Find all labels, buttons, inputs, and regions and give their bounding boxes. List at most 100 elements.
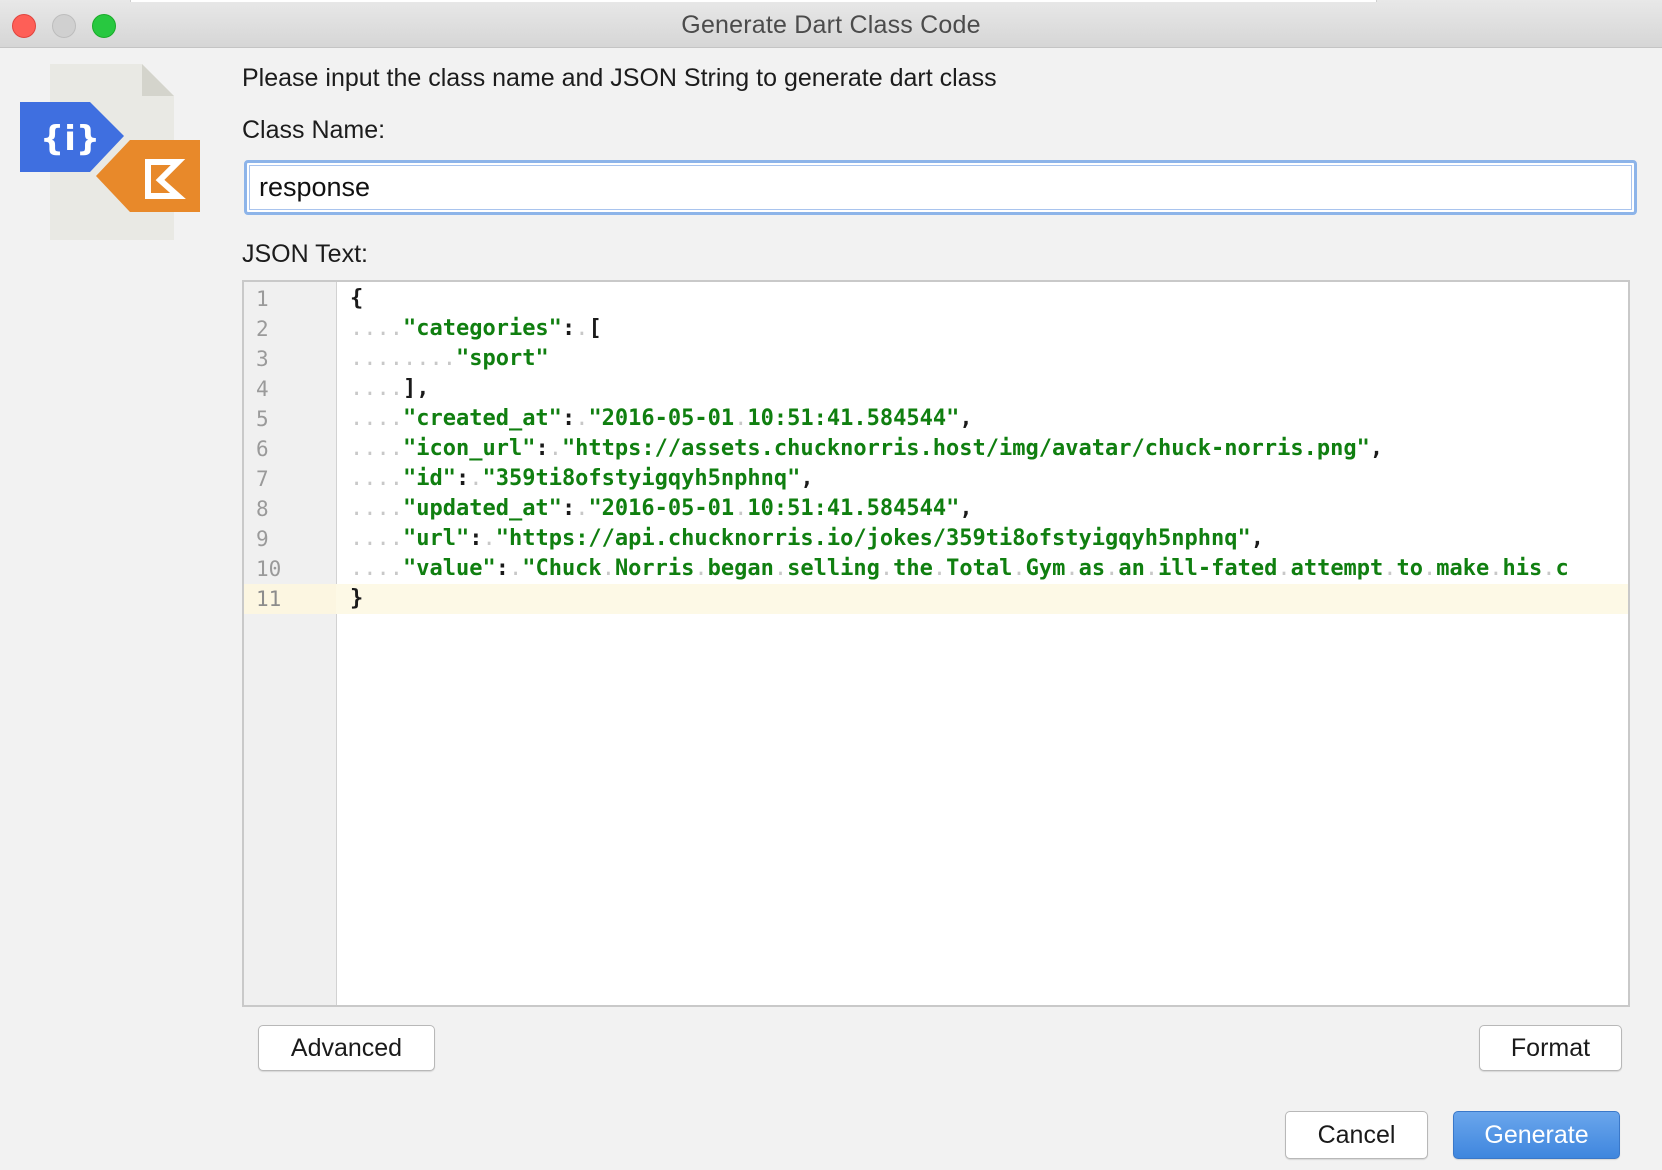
json-text-label: JSON Text: [242, 240, 368, 268]
indent-whitespace-marker: .... [350, 406, 403, 431]
json-string-token: the [893, 556, 933, 581]
window-title: Generate Dart Class Code [681, 11, 981, 39]
json-punctuation: : [561, 316, 576, 341]
json-punctuation: } [350, 586, 364, 611]
cancel-button[interactable]: Cancel [1285, 1111, 1428, 1159]
code-line[interactable]: ........"sport" [336, 344, 1628, 374]
indent-whitespace-marker: .... [350, 436, 403, 461]
code-line[interactable]: ...."created_at":."2016-05-01.10:51:41.5… [336, 404, 1628, 434]
line-number: 1 [256, 287, 269, 311]
code-line[interactable]: ...."updated_at":."2016-05-01.10:51:41.5… [336, 494, 1628, 524]
json-punctuation: , [959, 406, 973, 431]
whitespace-marker: . [1105, 556, 1119, 581]
json-punctuation: , [959, 496, 973, 521]
json-string-token: to [1396, 556, 1424, 581]
code-line[interactable]: { [336, 284, 1628, 314]
generate-button[interactable]: Generate [1453, 1111, 1620, 1159]
whitespace-marker: . [575, 406, 589, 431]
whitespace-marker: . [1423, 556, 1437, 581]
title-bar[interactable]: Generate Dart Class Code [0, 0, 1662, 48]
json-punctuation: : [535, 436, 549, 461]
whitespace-marker: . [548, 436, 562, 461]
json-string-token: Gym [1025, 556, 1066, 581]
whitespace-marker: . [575, 316, 589, 341]
generate-dart-class-dialog: Generate Dart Class Code {i} Please inpu… [0, 0, 1662, 1170]
code-line[interactable]: ...."icon_url":."https://assets.chucknor… [336, 434, 1628, 464]
json-string-token: "id" [402, 466, 456, 491]
json-punctuation: : [455, 466, 470, 491]
json-string-token: "updated_at" [402, 496, 562, 521]
json-punctuation: { [350, 286, 364, 311]
class-name-label: Class Name: [242, 116, 386, 144]
json-punctuation: ], [402, 376, 430, 401]
json-punctuation: : [495, 556, 509, 581]
json-string-token: as [1078, 556, 1106, 581]
json-string-token: "Chuck [522, 556, 602, 581]
json-glyph-icon: {i} [40, 119, 100, 159]
json-string-token: make [1436, 556, 1490, 581]
format-button[interactable]: Format [1479, 1025, 1622, 1071]
whitespace-marker: . [482, 526, 496, 551]
json-string-token: Total [946, 556, 1013, 581]
json-string-token: 10:51:41.584544" [747, 406, 960, 431]
indent-whitespace-marker: .... [350, 496, 403, 521]
background-editor-peek [130, 0, 1377, 2]
json-string-token: attempt [1290, 556, 1384, 581]
whitespace-marker: . [734, 406, 748, 431]
code-line[interactable]: } [336, 584, 1628, 614]
class-name-input[interactable] [249, 165, 1632, 210]
line-number-gutter: 1 2 3 4 5 6 7 8 9 10 11 [244, 282, 337, 1005]
code-line[interactable]: ...."value":."Chuck.Norris.began.selling… [336, 554, 1628, 584]
whitespace-marker: . [1277, 556, 1291, 581]
json-string-token: "https://assets.chucknorris.host/img/ava… [561, 436, 1370, 461]
line-number: 5 [256, 407, 269, 431]
whitespace-marker: . [694, 556, 708, 581]
json-punctuation: [ [588, 316, 602, 341]
indent-whitespace-marker: .... [350, 376, 403, 401]
indent-whitespace-marker: .... [350, 316, 403, 341]
json-string-token: an [1118, 556, 1145, 581]
whitespace-marker: . [1012, 556, 1026, 581]
json-string-token: "359ti8ofstyigqyh5nphnq" [482, 466, 801, 491]
code-line[interactable]: ...."categories":.[ [336, 314, 1628, 344]
json-string-token: selling [787, 556, 880, 581]
whitespace-marker: . [879, 556, 894, 581]
line-number: 3 [256, 347, 269, 371]
json-string-token: 10:51:41.584544" [747, 496, 960, 521]
whitespace-marker: . [1542, 556, 1556, 581]
whitespace-marker: . [469, 466, 483, 491]
class-name-field-frame [244, 160, 1637, 215]
whitespace-marker: . [1144, 556, 1159, 581]
whitespace-marker: . [1489, 556, 1503, 581]
json-text-editor[interactable]: 1 2 3 4 5 6 7 8 9 10 11 {...."categories":.[......… [242, 280, 1630, 1007]
line-number: 6 [256, 437, 269, 461]
whitespace-marker: . [1065, 556, 1079, 581]
code-line[interactable]: ...."id":."359ti8ofstyigqyh5nphnq", [336, 464, 1628, 494]
json-string-token: "icon_url" [402, 436, 536, 461]
json-string-token: Norris [614, 556, 695, 581]
json-punctuation: : [561, 406, 576, 431]
line-number: 2 [256, 317, 269, 341]
indent-whitespace-marker: .... [350, 526, 403, 551]
json-code-area[interactable]: {...."categories":.[........"sport"....]… [336, 284, 1628, 614]
line-number: 11 [244, 584, 336, 614]
whitespace-marker: . [773, 556, 788, 581]
json-string-token: his [1502, 556, 1543, 581]
whitespace-marker: . [1383, 556, 1397, 581]
json-string-token: "categories" [402, 316, 562, 341]
indent-whitespace-marker: .... [350, 556, 403, 581]
json-punctuation: , [800, 466, 814, 491]
code-line[interactable]: ....], [336, 374, 1628, 404]
json-punctuation: : [561, 496, 576, 521]
line-numbers: 1 2 3 4 5 6 7 8 9 10 11 [244, 284, 336, 614]
json-string-token: began [707, 556, 774, 581]
json-string-token: c [1555, 556, 1569, 581]
code-line[interactable]: ...."url":."https://api.chucknorris.io/j… [336, 524, 1628, 554]
line-number: 4 [256, 377, 269, 401]
json-string-token: "created_at" [402, 406, 562, 431]
indent-whitespace-marker: .... [350, 466, 403, 491]
json-string-token: "2016-05-01 [588, 406, 735, 431]
json-string-token: "2016-05-01 [588, 496, 735, 521]
advanced-button[interactable]: Advanced [258, 1025, 435, 1071]
line-number: 8 [256, 497, 269, 521]
